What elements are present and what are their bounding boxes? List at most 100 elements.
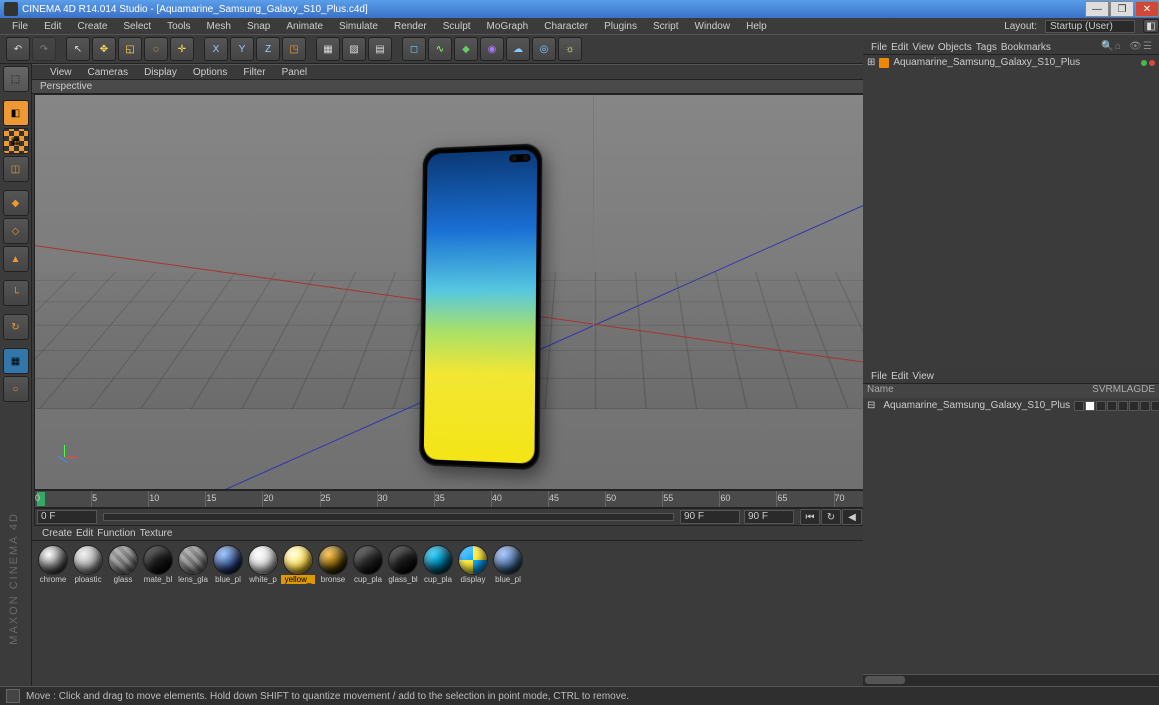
object-row[interactable]: ⊞ Aquamarine_Samsung_Galaxy_S10_Plus bbox=[863, 55, 1159, 70]
make-editable[interactable]: ⬚ bbox=[3, 66, 29, 92]
material-bronse[interactable]: bronse bbox=[316, 545, 350, 584]
menu-sculpt[interactable]: Sculpt bbox=[437, 20, 477, 33]
om-search-icon[interactable]: 🔍 bbox=[1101, 41, 1113, 53]
end-frame-field[interactable]: 90 F bbox=[680, 510, 740, 524]
redo-button[interactable]: ↷ bbox=[32, 37, 56, 61]
menu-edit[interactable]: Edit bbox=[38, 20, 67, 33]
locked-mode[interactable]: ○ bbox=[3, 376, 29, 402]
menu-simulate[interactable]: Simulate bbox=[333, 20, 384, 33]
expand-icon[interactable]: ⊞ bbox=[867, 57, 875, 68]
add-cube[interactable]: ◻ bbox=[402, 37, 426, 61]
menu-select[interactable]: Select bbox=[117, 20, 157, 33]
workplane-mode[interactable]: ◫ bbox=[3, 156, 29, 182]
material-cup_pla[interactable]: cup_pla bbox=[351, 545, 385, 584]
attr-menu-file[interactable]: File bbox=[871, 371, 887, 382]
menu-mesh[interactable]: Mesh bbox=[201, 20, 237, 33]
mat-menu-create[interactable]: Create bbox=[42, 528, 72, 539]
z-axis-lock[interactable]: Z bbox=[256, 37, 280, 61]
axis-mode[interactable]: └ bbox=[3, 280, 29, 306]
material-blue_pl[interactable]: blue_pl bbox=[211, 545, 245, 584]
coord-system[interactable]: ◳ bbox=[282, 37, 306, 61]
view-menu-cameras[interactable]: Cameras bbox=[82, 67, 135, 78]
attr-col-s[interactable]: S bbox=[1092, 384, 1099, 398]
attr-col-d[interactable]: D bbox=[1141, 384, 1148, 398]
obj-menu-view[interactable]: View bbox=[912, 42, 934, 53]
view-menu-options[interactable]: Options bbox=[187, 67, 233, 78]
close-button[interactable]: ✕ bbox=[1135, 1, 1159, 17]
menu-mograph[interactable]: MoGraph bbox=[481, 20, 535, 33]
object-tree[interactable]: ⊞ Aquamarine_Samsung_Galaxy_S10_Plus bbox=[863, 55, 1159, 369]
add-camera[interactable]: ◎ bbox=[532, 37, 556, 61]
layout-selector[interactable]: Startup (User) bbox=[1045, 20, 1135, 33]
material-blue_pl[interactable]: blue_pl bbox=[491, 545, 525, 584]
view-menu-filter[interactable]: Filter bbox=[237, 67, 271, 78]
maximize-button[interactable]: ❐ bbox=[1110, 1, 1134, 17]
menu-create[interactable]: Create bbox=[71, 20, 113, 33]
rotate-tool[interactable]: ◌ bbox=[144, 37, 168, 61]
mat-menu-texture[interactable]: Texture bbox=[140, 528, 173, 539]
material-cup_pla[interactable]: cup_pla bbox=[421, 545, 455, 584]
add-environment[interactable]: ☁ bbox=[506, 37, 530, 61]
obj-menu-objects[interactable]: Objects bbox=[938, 42, 972, 53]
move-tool[interactable]: ✥ bbox=[92, 37, 116, 61]
menu-file[interactable]: File bbox=[6, 20, 34, 33]
material-ploastic[interactable]: ploastic bbox=[71, 545, 105, 584]
obj-menu-file[interactable]: File bbox=[871, 42, 887, 53]
visible-dot[interactable] bbox=[1141, 60, 1147, 66]
menu-help[interactable]: Help bbox=[740, 20, 773, 33]
render-view[interactable]: ▦ bbox=[316, 37, 340, 61]
attr-col-r[interactable]: R bbox=[1106, 384, 1113, 398]
mat-menu-function[interactable]: Function bbox=[97, 528, 135, 539]
add-generator[interactable]: ◆ bbox=[454, 37, 478, 61]
x-axis-lock[interactable]: X bbox=[204, 37, 228, 61]
material-chrome[interactable]: chrome bbox=[36, 545, 70, 584]
attr-col-g[interactable]: G bbox=[1133, 384, 1141, 398]
attr-col-a[interactable]: A bbox=[1127, 384, 1134, 398]
attr-row[interactable]: ⊟ Aquamarine_Samsung_Galaxy_S10_Plus bbox=[863, 398, 1159, 413]
add-light[interactable]: ☼ bbox=[558, 37, 582, 61]
menu-tools[interactable]: Tools bbox=[161, 20, 196, 33]
select-tool[interactable]: ↖ bbox=[66, 37, 90, 61]
model-mode[interactable]: ◧ bbox=[3, 100, 29, 126]
attr-menu-edit[interactable]: Edit bbox=[891, 371, 908, 382]
view-menu-panel[interactable]: Panel bbox=[276, 67, 314, 78]
time-slider[interactable] bbox=[103, 513, 674, 521]
attr-hscroll[interactable] bbox=[863, 674, 1159, 686]
material-display[interactable]: display bbox=[456, 545, 490, 584]
obj-menu-edit[interactable]: Edit bbox=[891, 42, 908, 53]
material-lens_gla[interactable]: lens_gla bbox=[176, 545, 210, 584]
om-eye-icon[interactable]: 👁 bbox=[1129, 41, 1141, 53]
edge-mode[interactable]: ◇ bbox=[3, 218, 29, 244]
scale-tool[interactable]: ◱ bbox=[118, 37, 142, 61]
snap-mode[interactable]: ▦ bbox=[3, 348, 29, 374]
menu-character[interactable]: Character bbox=[538, 20, 594, 33]
view-menu-display[interactable]: Display bbox=[138, 67, 183, 78]
obj-menu-tags[interactable]: Tags bbox=[976, 42, 997, 53]
attr-col-name[interactable]: Name bbox=[867, 384, 1092, 398]
object-name[interactable]: Aquamarine_Samsung_Galaxy_S10_Plus bbox=[893, 57, 1080, 68]
render-settings[interactable]: ▤ bbox=[368, 37, 392, 61]
prev-frame[interactable]: ◀ bbox=[842, 509, 862, 525]
polygon-mode[interactable]: ▲ bbox=[3, 246, 29, 272]
menu-snap[interactable]: Snap bbox=[241, 20, 276, 33]
point-mode[interactable]: ◆ bbox=[3, 190, 29, 216]
material-glass[interactable]: glass bbox=[106, 545, 140, 584]
attr-col-m[interactable]: M bbox=[1113, 384, 1121, 398]
mat-menu-edit[interactable]: Edit bbox=[76, 528, 93, 539]
start-frame-field[interactable]: 0 F bbox=[37, 510, 97, 524]
obj-menu-bookmarks[interactable]: Bookmarks bbox=[1001, 42, 1051, 53]
current-frame-field[interactable]: 90 F bbox=[744, 510, 794, 524]
undo-button[interactable]: ↶ bbox=[6, 37, 30, 61]
menu-animate[interactable]: Animate bbox=[280, 20, 329, 33]
texture-mode[interactable]: ▦ bbox=[3, 128, 29, 154]
om-menu-icon[interactable]: ☰ bbox=[1143, 41, 1155, 53]
goto-start[interactable]: ⏮ bbox=[800, 509, 820, 525]
material-glass_bl[interactable]: glass_bl bbox=[386, 545, 420, 584]
material-white_p[interactable]: white_p bbox=[246, 545, 280, 584]
minimize-button[interactable]: — bbox=[1085, 1, 1109, 17]
material-yellow_[interactable]: yellow_ bbox=[281, 545, 315, 584]
attr-col-v[interactable]: V bbox=[1099, 384, 1106, 398]
menu-render[interactable]: Render bbox=[388, 20, 433, 33]
attr-col-e[interactable]: E bbox=[1148, 384, 1155, 398]
tweak-mode[interactable]: ↻ bbox=[3, 314, 29, 340]
